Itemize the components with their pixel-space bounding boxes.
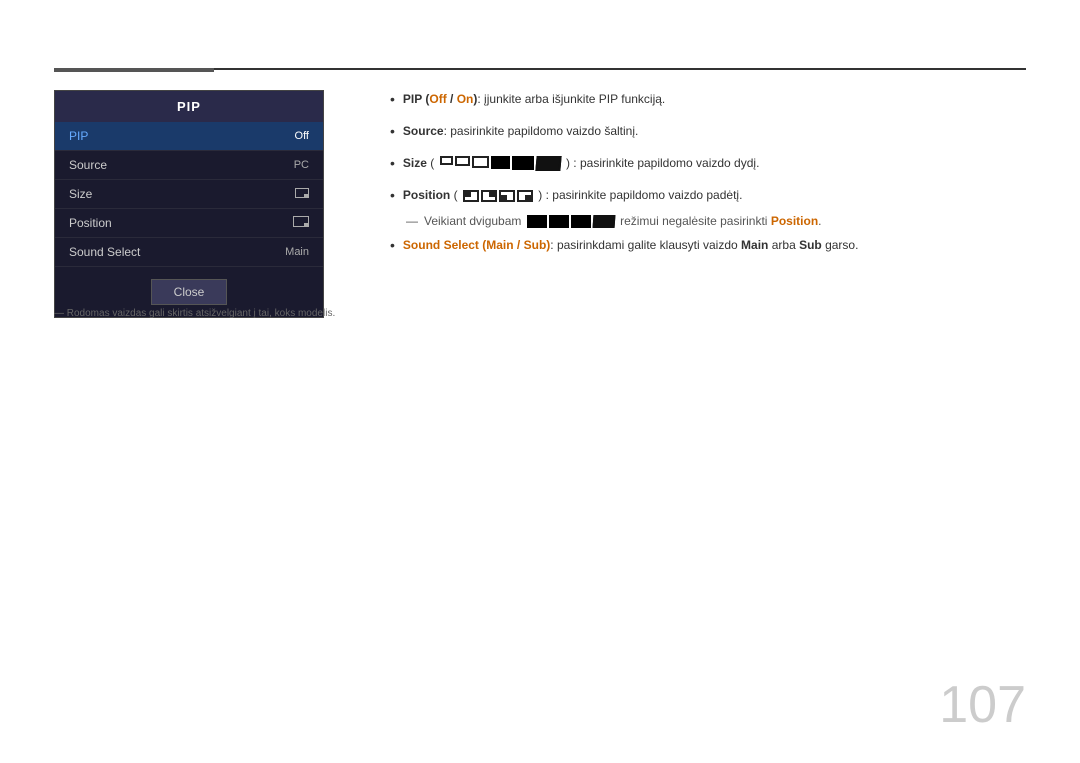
pip-desc: : įjunkite arba išjunkite PIP funkciją. bbox=[477, 92, 665, 106]
bullet-source-text: Source: pasirinkite papildomo vaizdo šal… bbox=[403, 122, 638, 140]
double-icons bbox=[527, 215, 615, 228]
pip-menu-item-pip[interactable]: PIP Off bbox=[55, 122, 323, 151]
pip-item-value: Off bbox=[295, 130, 309, 142]
double-icon-1 bbox=[527, 215, 547, 228]
dash-symbol: ― bbox=[406, 214, 418, 228]
bullet-size: Size ( ) : pasirinkite papildomo vaizdo … bbox=[390, 154, 1026, 174]
sound-select-desc1: : pasirinkdami galite klausyti vaizdo bbox=[550, 238, 741, 252]
size-icons bbox=[440, 156, 561, 171]
source-label: Source bbox=[403, 124, 444, 138]
pip-menu-item-position[interactable]: Position bbox=[55, 209, 323, 238]
pip-menu-item-source[interactable]: Source PC bbox=[55, 151, 323, 180]
size-icon-3 bbox=[472, 156, 489, 168]
pip-panel: PIP PIP Off Source PC Size Position Soun… bbox=[54, 90, 324, 318]
bullet-position-text: Position ( ) : pasirinkite papildomo vai… bbox=[403, 186, 743, 204]
bullet-list-2: Sound Select (Main / Sub): pasirinkdami … bbox=[390, 236, 1026, 256]
sound-select-main: Main bbox=[486, 238, 513, 252]
right-content: PIP (Off / On): įjunkite arba išjunkite … bbox=[390, 90, 1026, 268]
sound-select-item-value: Main bbox=[285, 246, 309, 258]
dash-note-text: Veikiant dvigubam režimui negalėsite pas… bbox=[424, 214, 822, 228]
double-icon-4 bbox=[592, 215, 615, 228]
sound-select-label: Sound Select ( bbox=[403, 238, 486, 252]
position-desc: : pasirinkite papildomo vaizdo padėtį. bbox=[546, 188, 743, 202]
position-item-label: Position bbox=[69, 216, 112, 230]
size-item-label: Size bbox=[69, 187, 92, 201]
sound-select-desc2: arba bbox=[768, 238, 799, 252]
bullet-size-text: Size ( ) : pasirinkite papildomo vaizdo … bbox=[403, 154, 760, 172]
pos-icon-tl bbox=[463, 190, 479, 202]
pip-on: On bbox=[457, 92, 474, 106]
pip-off: Off bbox=[429, 92, 446, 106]
source-item-label: Source bbox=[69, 158, 107, 172]
sound-select-sub: Sub bbox=[524, 238, 547, 252]
size-icon-4 bbox=[491, 156, 510, 169]
double-icon-3 bbox=[571, 215, 591, 228]
double-icon-2 bbox=[549, 215, 569, 228]
source-desc: : pasirinkite papildomo vaizdo šaltinį. bbox=[444, 124, 639, 138]
size-item-value bbox=[295, 188, 309, 201]
footnote: ― Rodomas vaizdas gali skirtis atsižvelg… bbox=[54, 308, 335, 319]
bullet-position: Position ( ) : pasirinkite papildomo vai… bbox=[390, 186, 1026, 206]
source-item-value: PC bbox=[294, 159, 309, 171]
dash-note-position: Position bbox=[771, 214, 818, 228]
position-icon bbox=[293, 216, 309, 227]
sound-select-slash: / bbox=[514, 238, 524, 252]
position-label: Position bbox=[403, 188, 450, 202]
position-item-value bbox=[293, 216, 309, 230]
size-icon bbox=[295, 188, 309, 198]
top-rule-accent bbox=[54, 68, 214, 72]
bullet-pip: PIP (Off / On): įjunkite arba išjunkite … bbox=[390, 90, 1026, 110]
size-label: Size bbox=[403, 156, 427, 170]
pip-item-label: PIP bbox=[69, 129, 88, 143]
page-number: 107 bbox=[939, 675, 1026, 735]
pip-menu-item-size[interactable]: Size bbox=[55, 180, 323, 209]
pip-menu-item-sound-select[interactable]: Sound Select Main bbox=[55, 238, 323, 267]
sound-select-main2: Main bbox=[741, 238, 768, 252]
pos-icon-tr bbox=[481, 190, 497, 202]
sound-select-item-label: Sound Select bbox=[69, 245, 140, 259]
size-icon-1 bbox=[440, 156, 453, 165]
size-icons-group: ( ) bbox=[430, 156, 570, 170]
dash-note: ― Veikiant dvigubam režimui negalėsite p… bbox=[406, 214, 1026, 228]
bullet-source: Source: pasirinkite papildomo vaizdo šal… bbox=[390, 122, 1026, 142]
bullet-sound-select-text: Sound Select (Main / Sub): pasirinkdami … bbox=[403, 236, 859, 254]
close-button[interactable]: Close bbox=[151, 279, 228, 305]
bullet-list: PIP (Off / On): įjunkite arba išjunkite … bbox=[390, 90, 1026, 206]
position-icons-group: ( ) bbox=[454, 188, 543, 202]
sound-select-desc3: garso. bbox=[822, 238, 859, 252]
pip-label: PIP ( bbox=[403, 92, 429, 106]
pip-slash: / bbox=[447, 92, 457, 106]
size-icon-6 bbox=[535, 156, 561, 171]
bullet-pip-text: PIP (Off / On): įjunkite arba išjunkite … bbox=[403, 90, 665, 108]
pip-panel-title: PIP bbox=[55, 91, 323, 122]
pos-icon-br bbox=[517, 190, 533, 202]
position-icons bbox=[463, 190, 533, 202]
size-icon-5 bbox=[512, 156, 534, 170]
sound-select-sub2: Sub bbox=[799, 238, 822, 252]
size-desc: : pasirinkite papildomo vaizdo dydį. bbox=[573, 156, 759, 170]
size-icon-2 bbox=[455, 156, 470, 166]
pos-icon-bl bbox=[499, 190, 515, 202]
bullet-sound-select: Sound Select (Main / Sub): pasirinkdami … bbox=[390, 236, 1026, 256]
